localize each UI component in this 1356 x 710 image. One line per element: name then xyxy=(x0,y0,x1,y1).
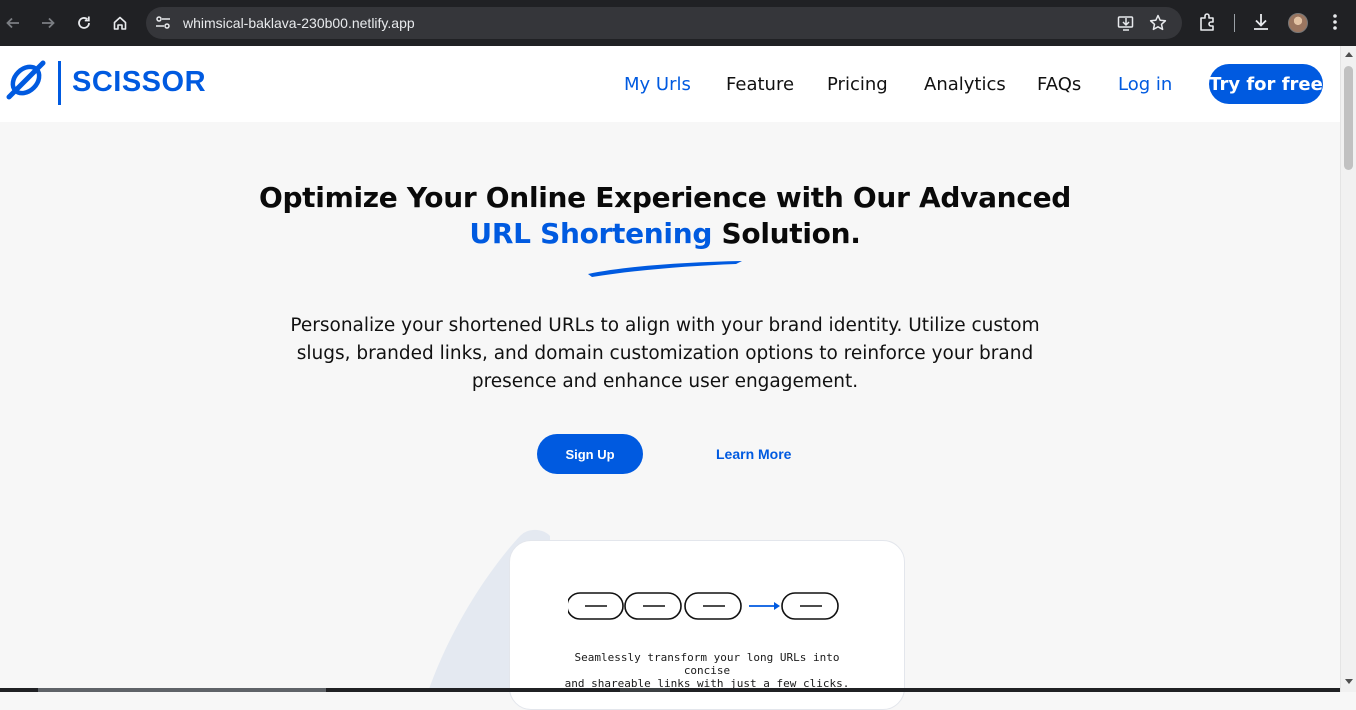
nav-pricing[interactable]: Pricing xyxy=(827,74,888,95)
bottom-tab-strip xyxy=(0,688,1340,692)
profile-avatar[interactable] xyxy=(1288,13,1308,33)
scroll-down-arrow-icon[interactable] xyxy=(1345,679,1353,684)
reload-icon[interactable] xyxy=(72,11,96,35)
site-header: SCISSOR My Urls Feature Pricing Analytic… xyxy=(0,46,1340,122)
hero-title: Optimize Your Online Experience with Our… xyxy=(250,180,1080,252)
link-logo-icon xyxy=(6,60,46,105)
login-link[interactable]: Log in xyxy=(1118,74,1172,95)
bookmark-star-icon[interactable] xyxy=(1148,13,1168,33)
forward-icon[interactable] xyxy=(36,11,60,35)
url-text[interactable]: whimsical-baklava-230b00.netlify.app xyxy=(183,15,415,31)
address-bar[interactable]: whimsical-baklava-230b00.netlify.app xyxy=(146,7,1182,39)
nav-analytics[interactable]: Analytics xyxy=(924,74,1006,95)
nav-faqs[interactable]: FAQs xyxy=(1037,74,1081,95)
toolbar-divider xyxy=(1234,14,1235,32)
home-icon[interactable] xyxy=(108,11,132,35)
underline-swoosh xyxy=(586,258,746,285)
downloads-icon[interactable] xyxy=(1250,11,1272,33)
nav-feature[interactable]: Feature xyxy=(726,74,794,95)
learn-more-link[interactable]: Learn More xyxy=(716,446,791,462)
chain-links-icon xyxy=(566,591,844,626)
extensions-icon[interactable] xyxy=(1197,11,1219,33)
scroll-up-arrow-icon[interactable] xyxy=(1345,52,1353,57)
site-info-icon[interactable] xyxy=(154,14,172,32)
hero-title-accent: URL Shortening xyxy=(469,217,713,250)
scroll-thumb[interactable] xyxy=(1344,66,1353,170)
sign-up-button[interactable]: Sign Up xyxy=(537,434,643,474)
install-app-icon[interactable] xyxy=(1116,13,1136,33)
nav-my-urls[interactable]: My Urls xyxy=(624,74,691,95)
site-logo[interactable]: SCISSOR xyxy=(6,60,206,105)
logo-divider xyxy=(58,60,61,105)
back-icon[interactable] xyxy=(1,11,25,35)
browser-toolbar: whimsical-baklava-230b00.netlify.app xyxy=(0,0,1356,46)
brand-name: SCISSOR xyxy=(72,66,207,98)
hero-title-line1: Optimize Your Online Experience with Our… xyxy=(258,181,1072,214)
more-menu-icon[interactable] xyxy=(1324,11,1346,33)
bottom-tab-indicator-secondary xyxy=(620,688,670,692)
hero-title-end: Solution. xyxy=(712,217,861,250)
card-caption: Seamlessly transform your long URLs into… xyxy=(556,651,858,690)
hero-description: Personalize your shortened URLs to align… xyxy=(290,315,1040,392)
bottom-tab-indicator xyxy=(38,688,326,692)
try-for-free-button[interactable]: Try for free xyxy=(1209,64,1323,104)
card-caption-line1: Seamlessly transform your long URLs into… xyxy=(574,651,840,677)
page-scrollbar[interactable] xyxy=(1340,46,1356,692)
